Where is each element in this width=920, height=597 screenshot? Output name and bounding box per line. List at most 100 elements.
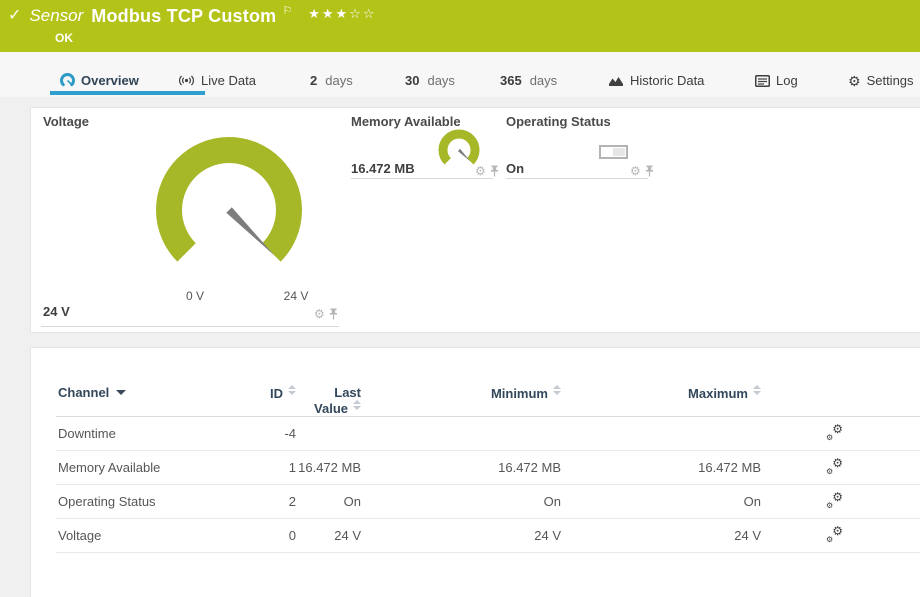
tab-365-days[interactable]: 365 days — [500, 73, 557, 88]
memory-footer-icons: ⚙ — [475, 165, 499, 177]
column-header-last-value[interactable]: Last Value — [296, 372, 361, 417]
channel-settings-icon[interactable]: ⚙⚙ — [826, 493, 843, 508]
sensor-status-text: OK — [55, 31, 73, 45]
sort-icon — [353, 400, 361, 410]
tab-day-count: 2 — [310, 73, 317, 88]
tab-label: Live Data — [201, 73, 256, 88]
toggle-knob — [613, 148, 625, 156]
tab-historic-data[interactable]: Historic Data — [608, 73, 704, 88]
table-row: Voltage 0 24 V 24 V 24 V ⚙⚙ — [56, 519, 920, 553]
settings-gear-icon: ⚙ — [848, 74, 861, 88]
log-icon — [755, 75, 770, 87]
table-row: Operating Status 2 On On On ⚙⚙ — [56, 485, 920, 519]
operating-current-value: On — [506, 161, 524, 176]
channel-id: 2 — [266, 485, 296, 519]
tab-day-count: 30 — [405, 73, 419, 88]
voltage-footer-icons: ⚙ — [314, 308, 338, 320]
tab-30-days[interactable]: 30 days — [405, 73, 455, 88]
memory-separator — [351, 178, 493, 179]
channel-settings-icon[interactable]: ⚙⚙ — [826, 527, 843, 542]
tab-overview[interactable]: Overview — [60, 73, 139, 88]
voltage-gauge — [124, 120, 334, 290]
channel-maximum: On — [561, 485, 761, 519]
gauge-needle — [458, 149, 471, 162]
tab-label: days — [427, 73, 454, 88]
historic-data-icon — [608, 75, 624, 87]
gear-icon[interactable]: ⚙ — [314, 308, 325, 320]
channel-name: Memory Available — [56, 451, 266, 485]
channel-maximum: 24 V — [561, 519, 761, 553]
object-kind-label: Sensor — [29, 6, 83, 26]
column-header-maximum[interactable]: Maximum — [561, 372, 761, 417]
channel-minimum — [361, 417, 561, 451]
column-header-actions — [761, 372, 920, 417]
channel-settings-icon[interactable]: ⚙⚙ — [826, 459, 843, 474]
operating-status-toggle — [599, 145, 628, 159]
tab-log[interactable]: Log — [755, 73, 798, 88]
gauge-icon — [60, 73, 75, 88]
operating-separator — [506, 178, 648, 179]
tab-live-data[interactable]: Live Data — [178, 73, 256, 88]
memory-current-value: 16.472 MB — [351, 161, 415, 176]
operating-status-title: Operating Status — [506, 114, 611, 129]
tab-settings[interactable]: ⚙ Settings — [848, 73, 914, 88]
favorite-flag-icon[interactable]: ⚐ — [282, 4, 292, 17]
column-header-minimum[interactable]: Minimum — [361, 372, 561, 417]
ok-check-icon: ✓ — [8, 6, 21, 26]
channel-settings-icon[interactable]: ⚙⚙ — [826, 425, 843, 440]
tab-day-count: 365 — [500, 73, 522, 88]
sort-icon — [553, 385, 561, 395]
column-label: Minimum — [491, 386, 548, 401]
tab-label: Historic Data — [630, 73, 704, 88]
channel-last-value: On — [296, 485, 361, 519]
channel-maximum — [561, 417, 761, 451]
pin-icon[interactable] — [490, 165, 499, 177]
channel-name: Downtime — [56, 417, 266, 451]
gear-icon[interactable]: ⚙ — [475, 165, 486, 177]
gear-icon[interactable]: ⚙ — [630, 165, 641, 177]
column-header-id[interactable]: ID — [266, 372, 296, 417]
voltage-gauge-title: Voltage — [43, 114, 89, 129]
table-row: Memory Available 1 16.472 MB 16.472 MB 1… — [56, 451, 920, 485]
live-data-icon — [178, 74, 195, 87]
tab-2-days[interactable]: 2 days — [310, 73, 353, 88]
column-label: Maximum — [688, 386, 748, 401]
pin-icon[interactable] — [329, 308, 338, 320]
channel-name: Voltage — [56, 519, 266, 553]
memory-gauge-title: Memory Available — [351, 114, 461, 129]
table-header-row: Channel ID Last Value Minimum Maximum — [56, 372, 920, 417]
channel-minimum: On — [361, 485, 561, 519]
column-label: Channel — [58, 385, 109, 400]
pin-icon[interactable] — [645, 165, 654, 177]
active-tab-underline — [50, 91, 205, 95]
channel-minimum: 16.472 MB — [361, 451, 561, 485]
priority-stars[interactable]: ★★★☆☆ — [308, 6, 376, 22]
channel-last-value: 16.472 MB — [296, 451, 361, 485]
channels-panel: Channel ID Last Value Minimum Maximum — [30, 347, 920, 597]
sort-icon — [288, 385, 296, 395]
operating-footer-icons: ⚙ — [630, 165, 654, 177]
tab-label: Settings — [867, 73, 914, 88]
table-row: Downtime -4 ⚙⚙ — [56, 417, 920, 451]
channel-id: -4 — [266, 417, 296, 451]
channels-table: Channel ID Last Value Minimum Maximum — [56, 372, 920, 553]
channel-name: Operating Status — [56, 485, 266, 519]
channel-last-value: 24 V — [296, 519, 361, 553]
column-header-channel[interactable]: Channel — [56, 372, 266, 417]
gauges-panel: Voltage 0 V 24 V 24 V ⚙ Memory Available… — [30, 107, 920, 333]
tab-label: days — [530, 73, 557, 88]
voltage-separator — [41, 326, 339, 327]
channel-last-value — [296, 417, 361, 451]
tab-bar: Overview Live Data 2 days 30 days 365 da… — [0, 52, 920, 97]
channel-maximum: 16.472 MB — [561, 451, 761, 485]
sort-icon — [753, 385, 761, 395]
tab-label: Log — [776, 73, 798, 88]
channel-id: 1 — [266, 451, 296, 485]
sort-descending-icon — [116, 390, 126, 395]
voltage-gauge-min-label: 0 V — [173, 289, 217, 303]
voltage-current-value: 24 V — [43, 304, 70, 319]
sensor-title: Modbus TCP Custom — [91, 6, 276, 26]
tab-label: days — [325, 73, 352, 88]
column-label: ID — [270, 386, 283, 401]
channel-id: 0 — [266, 519, 296, 553]
